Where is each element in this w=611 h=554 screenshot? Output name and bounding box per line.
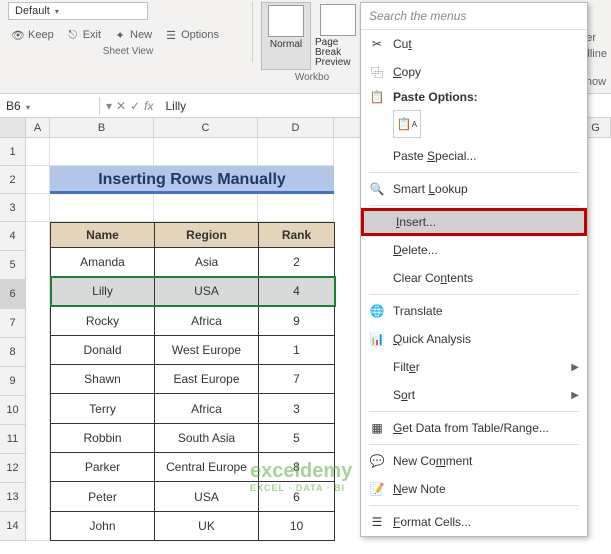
separator [369,505,579,506]
exit-button[interactable]: ⎋ Exit [63,26,104,44]
chevron-down-icon: ▾ [26,103,30,112]
menu-filter[interactable]: Filter ▶ [361,353,587,381]
expand-icon[interactable]: ▾ [106,99,112,113]
workbook-views-label: Workbo [295,72,329,83]
formula-bar-buttons: ▾ ✕ ✓ fx [100,99,160,113]
options-icon: ☰ [164,28,178,42]
clipboard-icon: 📋 [369,89,385,105]
table-row[interactable]: RockyAfrica9 [51,306,335,335]
separator [369,205,579,206]
table-row[interactable]: LillyUSA4 [51,277,335,306]
chevron-down-icon: ▾ [55,7,59,16]
check-icon[interactable]: ✓ [130,99,140,113]
menu-new-comment[interactable]: 💬 New Comment [361,447,587,475]
data-table: Name Region Rank AmandaAsia2 LillyUSA4 R… [50,222,335,541]
separator [369,411,579,412]
col-header-c[interactable]: C [154,118,258,137]
col-header-a[interactable]: A [26,118,50,137]
header-region: Region [155,223,259,248]
table-row[interactable]: AmandaAsia2 [51,248,335,277]
page-break-preview-button[interactable]: Page Break Preview [313,2,363,70]
menu-translate[interactable]: 🌐 Translate [361,297,587,325]
table-header-row: Name Region Rank [51,223,335,248]
row-header[interactable]: 4 [0,222,26,251]
row-header[interactable]: 12 [0,454,26,483]
table-row[interactable]: ShawnEast Europe7 [51,365,335,394]
menu-delete[interactable]: Delete... [361,236,587,264]
options-button[interactable]: ☰ Options [161,26,222,44]
copy-icon: ⿻ [369,64,385,80]
chevron-right-icon: ▶ [571,362,579,373]
row-header[interactable]: 10 [0,396,26,425]
search-icon: 🔍 [369,181,385,197]
menu-format-cells[interactable]: ☰ Format Cells... [361,508,587,536]
sheet-view-dropdown[interactable]: Default ▾ [8,2,148,20]
page-break-icon [320,4,356,36]
eye-icon: 👁 [11,28,25,42]
row-header[interactable]: 1 [0,138,26,166]
row-header[interactable]: 7 [0,309,26,338]
sheet-view-label: Sheet View [8,46,248,57]
menu-search[interactable]: Search the menus [361,3,587,30]
keep-button[interactable]: 👁 Keep [8,26,57,44]
scissors-icon: ✂ [369,36,385,52]
menu-new-note[interactable]: 📝 New Note [361,475,587,503]
paste-default-button[interactable]: 📋A [393,110,421,138]
exit-icon: ⎋ [66,28,80,42]
cancel-icon[interactable]: ✕ [116,99,126,113]
table-row[interactable]: PeterUSA6 [51,482,335,511]
new-button[interactable]: ✦ New [110,26,155,44]
menu-quick-analysis[interactable]: 📊 Quick Analysis [361,325,587,353]
separator [369,444,579,445]
row-header[interactable]: 3 [0,194,26,222]
menu-insert[interactable]: Insert... [361,208,587,236]
header-name: Name [51,223,155,248]
table-row[interactable]: DonaldWest Europe1 [51,335,335,364]
format-icon: ☰ [369,514,385,530]
row-header[interactable]: 11 [0,425,26,454]
select-all-corner[interactable] [0,118,26,137]
translate-icon: 🌐 [369,303,385,319]
separator [369,172,579,173]
menu-paste-options: 📋 Paste Options: [361,86,587,108]
sheet-view-value: Default [15,5,50,17]
row-header[interactable]: 8 [0,338,26,367]
table-row[interactable]: ParkerCentral Europe8 [51,453,335,482]
table-row[interactable]: JohnUK10 [51,511,335,540]
row-header[interactable]: 5 [0,251,26,280]
menu-paste-special[interactable]: Paste Special... [361,142,587,170]
context-menu: Search the menus ✂ Cut ⿻ Copy 📋 Paste Op… [360,2,588,537]
row-header[interactable]: 2 [0,166,26,194]
row-header[interactable]: 6 [0,280,26,309]
menu-sort[interactable]: Sort ▶ [361,381,587,409]
divider [252,2,253,62]
header-rank: Rank [259,223,335,248]
table-icon: ▦ [369,420,385,436]
new-icon: ✦ [113,28,127,42]
quick-analysis-icon: 📊 [369,331,385,347]
chevron-right-icon: ▶ [571,390,579,401]
row-header[interactable]: 13 [0,483,26,512]
table-row[interactable]: RobbinSouth Asia5 [51,423,335,452]
normal-view-button[interactable]: Normal [261,2,311,70]
name-box[interactable]: B6 ▾ [0,97,100,115]
menu-clear-contents[interactable]: Clear Contents [361,264,587,292]
menu-cut[interactable]: ✂ Cut [361,30,587,58]
note-icon: 📝 [369,481,385,497]
menu-get-data[interactable]: ▦ Get Data from Table/Range... [361,414,587,442]
fx-icon[interactable]: fx [144,99,153,113]
table-row[interactable]: TerryAfrica3 [51,394,335,423]
menu-smart-lookup[interactable]: 🔍 Smart Lookup [361,175,587,203]
row-header[interactable]: 9 [0,367,26,396]
col-header-b[interactable]: B [50,118,154,137]
sheet-title: Inserting Rows Manually [50,166,334,194]
col-header-d[interactable]: D [258,118,334,137]
comment-icon: 💬 [369,453,385,469]
menu-copy[interactable]: ⿻ Copy [361,58,587,86]
row-header[interactable]: 14 [0,512,26,541]
separator [369,294,579,295]
normal-view-icon [268,5,304,37]
